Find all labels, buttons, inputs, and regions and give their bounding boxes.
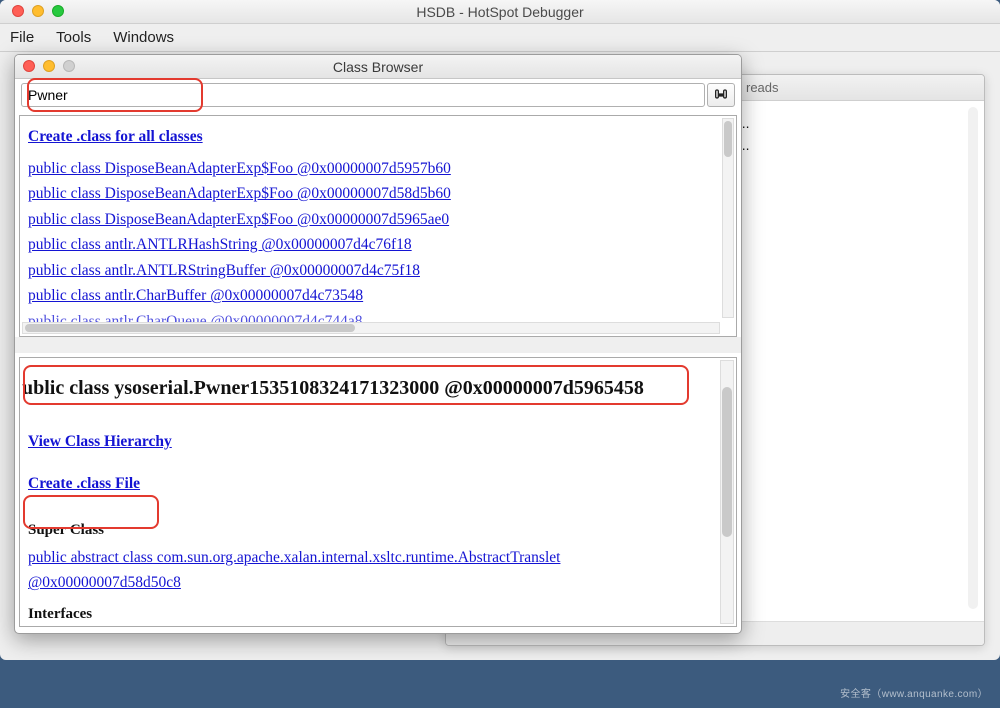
scrollbar-thumb[interactable] [724,121,732,157]
pane-separator [15,337,741,353]
class-browser-window: Class Browser Create .class for all clas… [14,54,742,634]
class-link[interactable]: public class DisposeBeanAdapterExp$Foo @… [28,207,449,233]
class-browser-search-row [15,79,741,111]
hsdb-traffic-lights [12,5,64,17]
scrollbar-thumb[interactable] [25,324,355,332]
close-icon[interactable] [23,60,35,72]
menu-file[interactable]: File [10,29,34,46]
vertical-scrollbar[interactable] [722,118,734,318]
menu-tools[interactable]: Tools [56,29,91,46]
maximize-icon[interactable] [63,60,75,72]
maximize-icon[interactable] [52,5,64,17]
class-list-pane: Create .class for all classes public cla… [19,115,737,337]
close-icon[interactable] [12,5,24,17]
horizontal-scrollbar[interactable] [22,322,720,334]
create-class-file-link[interactable]: Create .class File [28,471,140,497]
class-detail-content: ublic class ysoserial.Pwner1535108324171… [20,358,736,627]
super-class-label: Super Class [28,518,728,543]
class-browser-title: Class Browser [15,55,741,79]
minimize-icon[interactable] [43,60,55,72]
class-link[interactable]: public class antlr.ANTLRHashString @0x00… [28,232,412,258]
hsdb-title: HSDB - HotSpot Debugger [0,0,1000,24]
class-list-content: Create .class for all classes public cla… [20,116,736,337]
class-link[interactable]: public class antlr.ANTLRStringBuffer @0x… [28,258,420,284]
selected-class-heading: ublic class ysoserial.Pwner1535108324171… [22,372,728,405]
class-link[interactable]: public class DisposeBeanAdapterExp$Foo @… [28,181,451,207]
class-link[interactable]: public class DisposeBeanAdapterExp$Foo @… [28,156,451,182]
class-search-input[interactable] [21,83,705,107]
hsdb-window: HSDB - HotSpot Debugger File Tools Windo… [0,0,1000,660]
search-button[interactable] [707,83,735,107]
hsdb-titlebar: HSDB - HotSpot Debugger [0,0,1000,24]
super-class-link[interactable]: public abstract class com.sun.org.apache… [28,545,678,596]
view-hierarchy-link[interactable]: View Class Hierarchy [28,429,172,455]
scrollbar-thumb[interactable] [722,387,732,537]
watermark: 安全客（www.anquanke.com） [840,685,988,700]
menubar: File Tools Windows [0,24,1000,52]
menu-windows[interactable]: Windows [113,29,174,46]
minimize-icon[interactable] [32,5,44,17]
class-link[interactable]: public class antlr.CharBuffer @0x0000000… [28,283,363,309]
create-all-classes-link[interactable]: Create .class for all classes [28,124,203,150]
class-browser-traffic-lights [23,60,75,72]
class-detail-pane: ublic class ysoserial.Pwner1535108324171… [19,357,737,627]
binoculars-icon [713,86,729,105]
interfaces-label: Interfaces [28,602,728,627]
threads-title: reads [746,80,779,95]
class-browser-titlebar: Class Browser [15,55,741,79]
vertical-scrollbar[interactable] [720,360,734,624]
